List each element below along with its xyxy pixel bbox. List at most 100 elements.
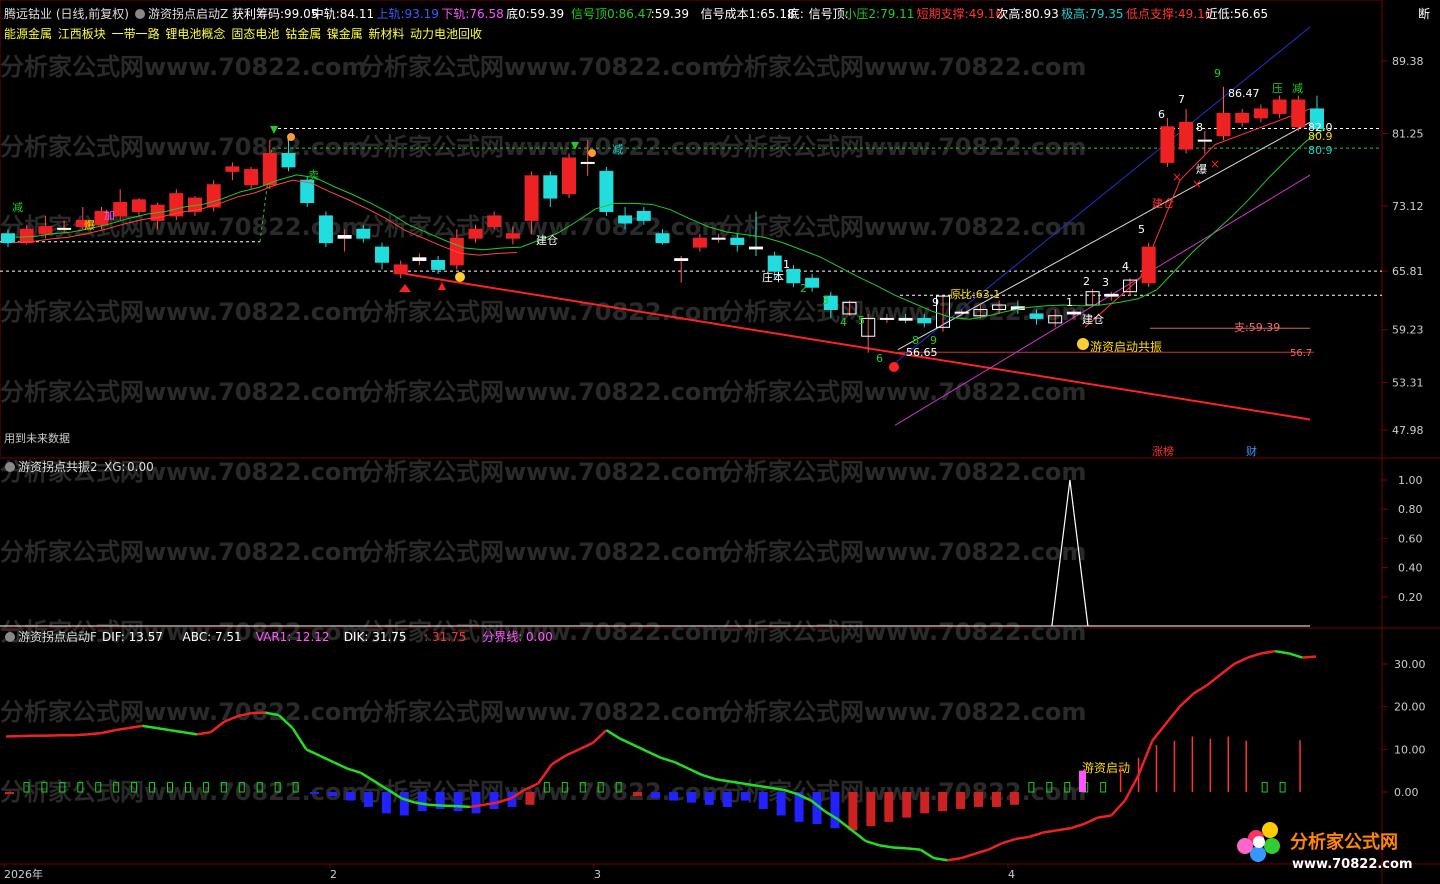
buy-arrow-icon <box>438 282 446 290</box>
yz-start-label: 游资启动 <box>1082 761 1130 775</box>
candle-body <box>412 257 427 261</box>
header-item: 下轨:76.58 <box>441 7 503 21</box>
dik-segment <box>142 724 157 730</box>
resonance-icon <box>1077 338 1089 350</box>
candle-body <box>281 153 296 168</box>
panel3-menu-icon[interactable] <box>5 632 15 642</box>
header-values: 获利筹码:99.05中轨:84.11 上轨:93.19 下轨:76.58 底0:59.… <box>232 6 1268 21</box>
count-number: 4 <box>1122 260 1129 273</box>
candle-body <box>1291 99 1306 128</box>
concept-tags: 能源金属 江西板块 一带一路 锂电池概念 固态电池 钴金属 镍金属 新材料 动力电池回收 <box>4 26 482 41</box>
level-567-label: 56.7 <box>1290 348 1312 359</box>
dropdown-icon[interactable] <box>135 9 145 19</box>
price-axis: 89.38 81.25 73.12 65.81 59.23 53.31 47.98 <box>1382 55 1424 437</box>
panel2-xg-value: 0.00 <box>127 460 154 474</box>
red-support-curve <box>1084 108 1311 328</box>
candle-body <box>1029 313 1044 319</box>
macd-tick-label: 0.00 <box>1394 786 1419 799</box>
count-number: 9 <box>932 296 939 309</box>
count-number: 2 <box>800 282 807 295</box>
candle-body <box>524 175 539 221</box>
dik-segment <box>591 729 608 744</box>
xg-axis: 1.00 0.80 0.60 0.40 0.20 <box>1382 474 1423 604</box>
macd-tick-label: 30.00 <box>1394 658 1426 671</box>
candle-body <box>562 157 576 195</box>
dik-segment <box>1015 835 1030 841</box>
macd-bar <box>848 792 858 831</box>
bao-label: 爆 <box>84 218 95 232</box>
watermark-text: 分析家公式网www.70822.com <box>360 378 726 406</box>
dik-segment <box>1070 822 1085 830</box>
macd-bar <box>471 792 481 814</box>
watermark-text: 分析家公式网www.70822.com <box>360 298 726 326</box>
annotations: 56.6586.47支:59.3956.782.080.980.9原比:63.1… <box>12 67 1333 775</box>
indicator-name: 游资拐点启动Z <box>148 6 228 21</box>
header-item: 上轨:93.19 <box>377 7 439 21</box>
zhangbang-tag: 涨榜 <box>1152 444 1174 458</box>
count-number: 3 <box>822 294 829 307</box>
concept-tag: 镍金属 <box>327 26 363 41</box>
candle-body <box>19 228 34 244</box>
dik-segment <box>1219 663 1235 676</box>
watermark-text: 分析家公式网www.70822.com <box>0 213 366 241</box>
dik-segment <box>332 761 348 770</box>
concept-tag: 江西板块 <box>58 27 106 41</box>
header-item: 短期支撑:49.16 <box>917 6 1003 21</box>
candle-body <box>1141 246 1156 284</box>
watermark-text: 分析家公式网www.70822.com <box>0 378 366 406</box>
dik-segment <box>633 743 648 753</box>
watermark-text: 分析家公式网www.70822.com <box>720 133 1086 161</box>
dik-segment <box>605 729 621 740</box>
cross-icon: × <box>1172 170 1182 184</box>
time-label: 4 <box>1008 868 1015 881</box>
header-item: 底0:59.39 <box>506 6 564 21</box>
dik-segment <box>1233 656 1249 666</box>
count-number: 1 <box>783 258 790 271</box>
watermark-text: 分析家公式网www.70822.com <box>0 133 366 161</box>
watermark-text: 分析家公式网www.70822.com <box>360 538 726 566</box>
xg-tick-label: 1.00 <box>1398 474 1423 487</box>
dik-segment <box>1123 774 1140 802</box>
macd-bar <box>668 792 678 801</box>
header-tail: 断 <box>1418 6 1430 21</box>
dik-segment <box>933 856 948 862</box>
macd-axis: 30.00 20.00 10.00 0.00 <box>1382 658 1426 799</box>
header-item: :59.39 <box>651 7 689 21</box>
level-809b-label: 80.9 <box>1308 144 1333 157</box>
macd-bar <box>830 792 840 829</box>
buy-triangle-icon <box>399 284 411 292</box>
candle-body <box>954 311 969 314</box>
dik-segment <box>346 767 362 774</box>
watermark-text: 分析家公式网www.70822.com <box>720 53 1086 81</box>
jia-label: 加 <box>104 209 115 222</box>
candle-body <box>1272 99 1287 114</box>
xg-tick-label: 0.80 <box>1398 503 1423 516</box>
count-number: 8 <box>912 334 919 347</box>
panel3-item: 分界线: 0.00 <box>482 630 553 644</box>
watermark-text: 分析家公式网www.70822.com <box>360 698 726 726</box>
mai-label: 卖 <box>308 169 319 182</box>
candle-body <box>917 317 932 324</box>
runner-icon <box>588 149 596 157</box>
dik-segment <box>1164 705 1181 725</box>
candle-body <box>1066 311 1081 315</box>
candle-body <box>57 227 72 230</box>
watermark-text: 分析家公式网www.70822.com <box>0 53 366 81</box>
macd-bar <box>991 792 1001 807</box>
macd-bar <box>902 792 912 818</box>
candle-body <box>543 175 558 199</box>
time-label: 2 <box>330 868 337 881</box>
dik-segment <box>578 741 594 751</box>
xg-tick-label: 0.40 <box>1398 562 1423 575</box>
header-item: 近低:56.65 <box>1206 7 1268 21</box>
stock-chart[interactable]: 分析家公式网www.70822.com分析家公式网www.70822.com分析… <box>0 0 1440 884</box>
cai-tag: 财 <box>1246 444 1257 458</box>
panel2-menu-icon[interactable] <box>5 462 15 472</box>
logo-name: 分析家公式网 <box>1290 831 1398 853</box>
macd-bar <box>1279 782 1286 793</box>
dik-line <box>5 649 1317 862</box>
macd-bar <box>417 792 427 812</box>
count-number: 9 <box>930 334 937 347</box>
dik-segment <box>1042 829 1057 834</box>
concept-tag: 钴金属 <box>285 26 321 41</box>
